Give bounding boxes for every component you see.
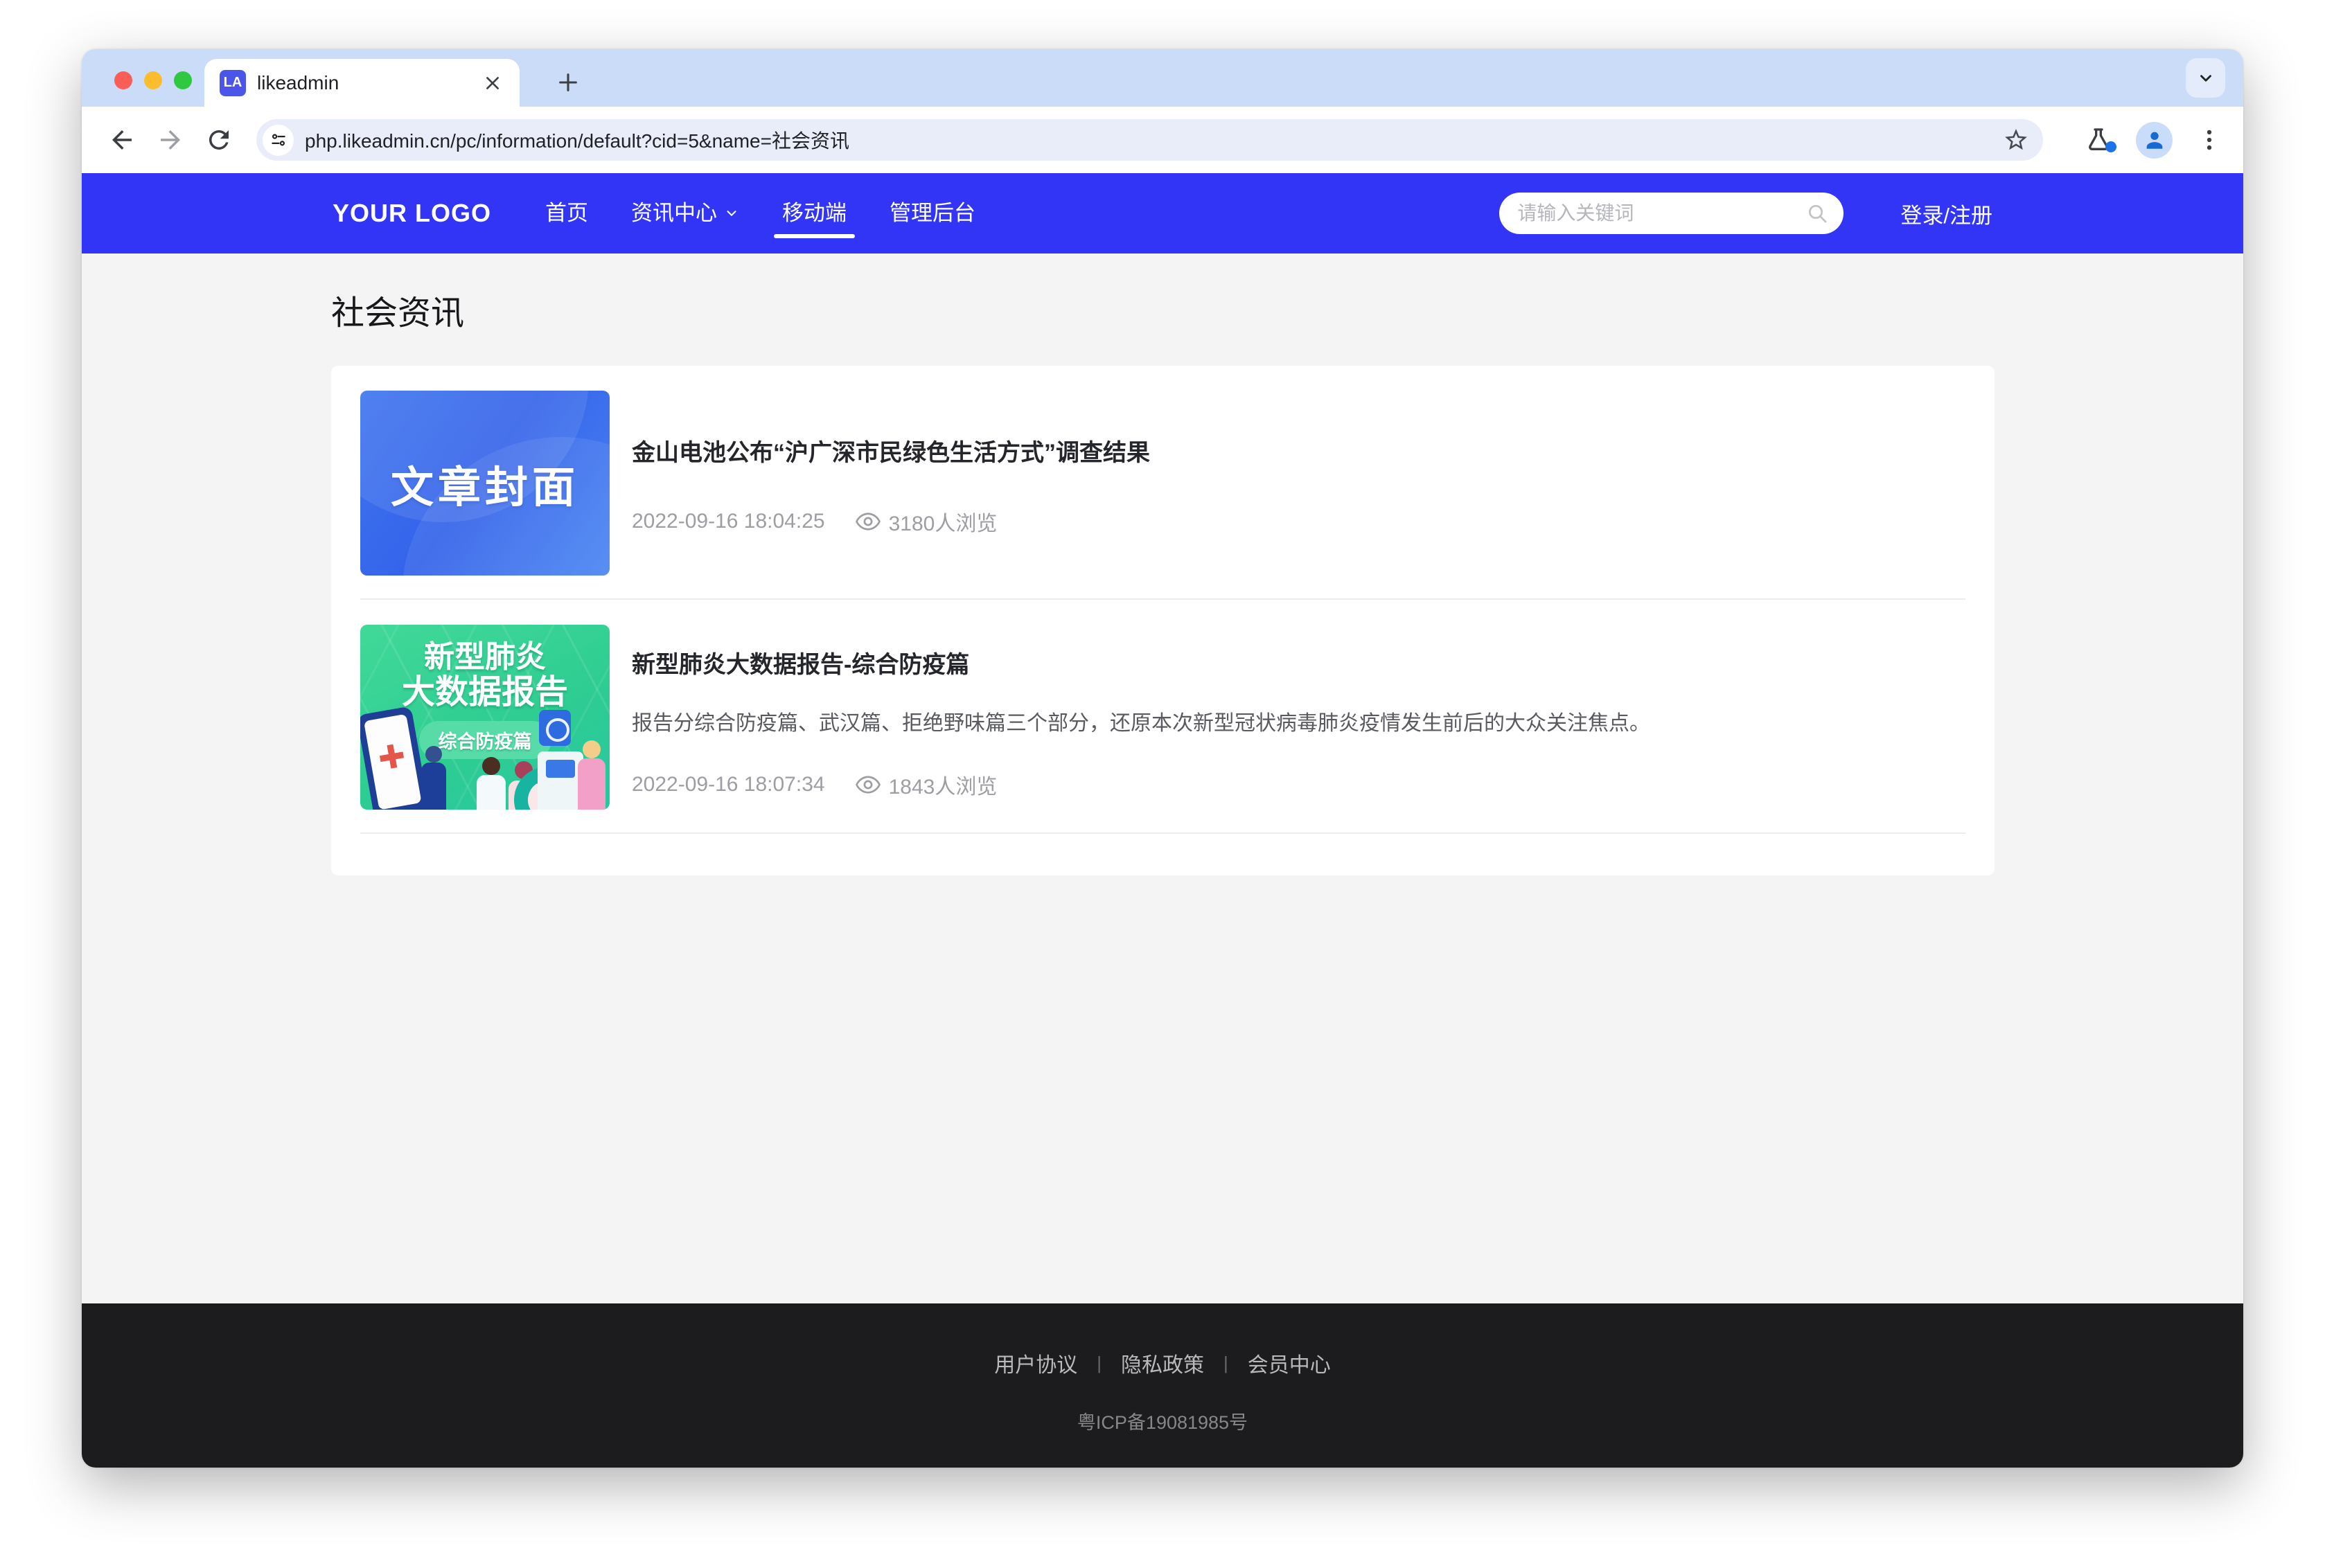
login-register-link[interactable]: 登录/注册 (1900, 198, 1992, 229)
back-icon (107, 125, 136, 154)
minimize-window-button[interactable] (144, 71, 162, 89)
views-text: 1843人浏览 (889, 769, 998, 800)
article-row[interactable]: 文章封面 金山电池公布“沪广深市民绿色生活方式”调查结果 2022-09-16 … (360, 366, 1965, 600)
views-text: 3180人浏览 (889, 506, 998, 537)
nav-item-label: 移动端 (782, 173, 847, 253)
tab-favicon: LA (220, 70, 246, 96)
icp-record-text: 粤ICP备19081985号 (1077, 1407, 1248, 1434)
page-title: 社会资讯 (331, 285, 1995, 334)
article-meta: 2022-09-16 18:04:25 3180人浏览 (632, 506, 1965, 537)
zoom-window-button[interactable] (174, 71, 192, 89)
nav-item-home[interactable]: 首页 (545, 173, 588, 253)
views-count: 1843人浏览 (856, 769, 998, 800)
thumbnail-title-line1: 新型肺炎 (360, 640, 610, 674)
forward-button[interactable] (151, 121, 190, 159)
nav-item-label: 资讯中心 (631, 173, 717, 253)
star-icon (2003, 127, 2029, 153)
close-window-button[interactable] (114, 71, 132, 89)
article-meta: 2022-09-16 18:07:34 1843人浏览 (632, 769, 1965, 800)
chevron-down-icon (2197, 69, 2215, 87)
search-input[interactable] (1517, 202, 1806, 224)
tab-strip: LA likeadmin (82, 49, 2243, 107)
thumbnail-illustration-person (477, 775, 506, 810)
url-text[interactable]: php.likeadmin.cn/pc/information/default?… (305, 126, 2003, 154)
article-thumbnail[interactable]: 新型肺炎 大数据报告 综合防疫篇 (360, 625, 610, 810)
red-cross-icon (378, 743, 405, 770)
footer-link-privacy-policy[interactable]: 隐私政策 (1121, 1348, 1204, 1378)
traffic-lights (114, 71, 192, 89)
site-header: YOUR LOGO 首页 资讯中心 移动端 管理后台 登录/注册 (82, 173, 2243, 253)
thumbnail-title-line2: 大数据报告 (360, 674, 610, 711)
nav-item-news-center[interactable]: 资讯中心 (631, 173, 739, 253)
site-logo[interactable]: YOUR LOGO (333, 199, 491, 228)
main-nav: 首页 资讯中心 移动端 管理后台 (545, 173, 975, 253)
reload-button[interactable] (200, 121, 238, 159)
active-nav-underline (774, 234, 855, 238)
forward-icon (156, 125, 185, 154)
tab-title: likeadmin (257, 72, 481, 94)
nav-item-label: 管理后台 (890, 173, 975, 253)
thumbnail-illustration-person (421, 763, 446, 810)
reload-icon (204, 125, 233, 154)
three-dots-icon (2196, 127, 2222, 153)
eye-icon (856, 512, 881, 531)
site-footer: 用户协议 | 隐私政策 | 会员中心 粤ICP备19081985号 (82, 1303, 2243, 1468)
thumbnail-illustration-person (578, 758, 605, 810)
footer-link-member-center[interactable]: 会员中心 (1248, 1348, 1331, 1378)
nav-item-label: 首页 (545, 173, 588, 253)
article-date: 2022-09-16 18:07:34 (632, 773, 825, 796)
experiments-button[interactable] (2085, 126, 2112, 154)
thumbnail-cover-text: 文章封面 (391, 452, 579, 515)
footer-links: 用户协议 | 隐私政策 | 会员中心 (994, 1348, 1331, 1378)
tab-close-icon[interactable] (481, 71, 504, 95)
nav-item-admin[interactable]: 管理后台 (890, 173, 975, 253)
article-title[interactable]: 金山电池公布“沪广深市民绿色生活方式”调查结果 (632, 439, 1965, 467)
profile-avatar (2136, 122, 2173, 159)
views-count: 3180人浏览 (856, 506, 998, 537)
article-row[interactable]: 新型肺炎 大数据报告 综合防疫篇 新型肺炎大数据报告-综合防疫篇 (360, 600, 1965, 834)
footer-divider: | (1223, 1353, 1228, 1374)
article-list-card: 文章封面 金山电池公布“沪广深市民绿色生活方式”调查结果 2022-09-16 … (331, 366, 1995, 875)
nav-item-mobile[interactable]: 移动端 (782, 173, 847, 253)
profile-button[interactable] (2136, 122, 2173, 159)
browser-toolbar: php.likeadmin.cn/pc/information/default?… (82, 107, 2243, 173)
main-content: 社会资讯 文章封面 金山电池公布“沪广深市民绿色生活方式”调查结果 2022-0… (82, 253, 2243, 1303)
chevron-down-icon (724, 206, 739, 221)
bookmark-star-button[interactable] (2003, 127, 2029, 153)
browser-window: LA likeadmin (82, 49, 2243, 1468)
tab-strip-chevron-button[interactable] (2186, 58, 2225, 98)
search-box[interactable] (1499, 193, 1844, 234)
browser-tab[interactable]: LA likeadmin (204, 59, 520, 107)
search-icon[interactable] (1806, 202, 1828, 224)
site-settings-icon[interactable] (263, 125, 294, 156)
footer-link-user-agreement[interactable]: 用户协议 (994, 1348, 1077, 1378)
thumbnail-illustration-fingerprint (539, 710, 571, 746)
eye-icon (856, 775, 881, 794)
browser-menu-button[interactable] (2196, 127, 2222, 153)
footer-divider: | (1097, 1353, 1102, 1374)
thumbnail-illustration-machine (538, 751, 583, 810)
experiments-badge-dot (2105, 141, 2116, 152)
back-button[interactable] (103, 121, 141, 159)
new-tab-button[interactable] (547, 62, 589, 103)
article-title[interactable]: 新型肺炎大数据报告-综合防疫篇 (632, 651, 1965, 679)
article-thumbnail[interactable]: 文章封面 (360, 391, 610, 576)
person-icon (2143, 128, 2166, 152)
article-description: 报告分综合防疫篇、武汉篇、拒绝野味篇三个部分，还原本次新型冠状病毒肺炎疫情发生前… (632, 710, 1965, 738)
url-bar[interactable]: php.likeadmin.cn/pc/information/default?… (256, 119, 2043, 161)
article-date: 2022-09-16 18:04:25 (632, 510, 825, 533)
